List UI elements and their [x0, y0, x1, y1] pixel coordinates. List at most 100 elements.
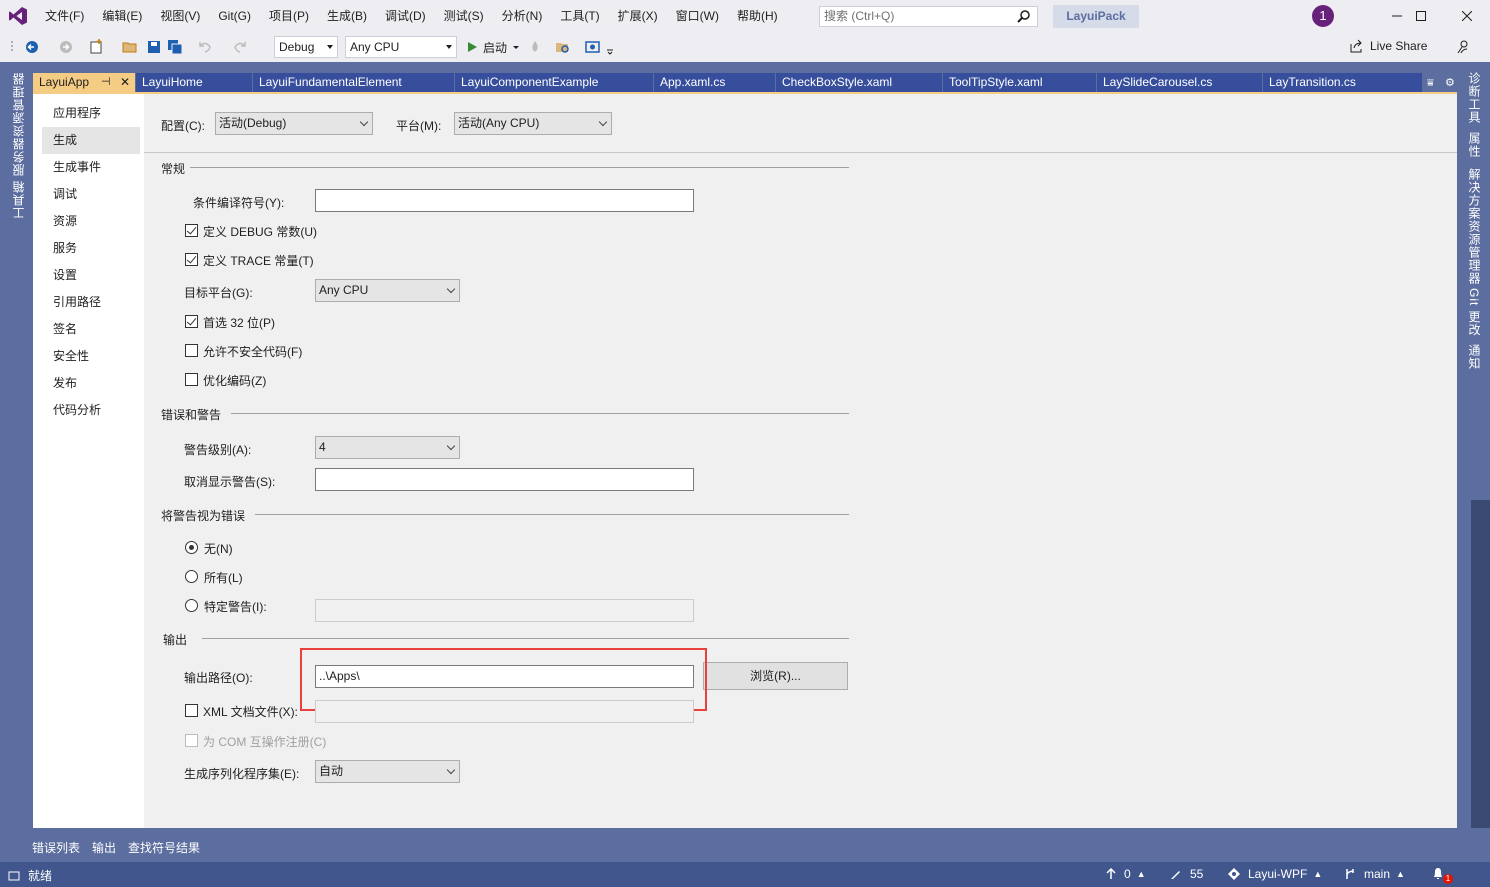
open-file-icon[interactable] [122, 39, 138, 55]
navigate-forward-icon[interactable] [58, 39, 74, 55]
tab-layuiapp[interactable]: LayuiApp ⊣ ✕ [33, 73, 136, 92]
solution-name[interactable]: LayuiPack [1053, 5, 1139, 28]
live-share-button[interactable]: Live Share [1349, 39, 1427, 53]
prefer-32bit-checkbox[interactable] [185, 315, 198, 328]
nav-build[interactable]: 生成 [42, 127, 140, 154]
xml-doc-checkbox[interactable] [185, 704, 198, 717]
tab-output[interactable]: 输出 [92, 836, 116, 859]
tab-list-dropdown-icon[interactable]: ⩸ [1427, 77, 1434, 90]
conditional-symbols-input[interactable] [315, 189, 694, 212]
tab-error-list[interactable]: 错误列表 [32, 836, 80, 859]
menu-git[interactable]: Git(G) [209, 0, 260, 32]
nav-publish[interactable]: 发布 [42, 370, 140, 397]
treat-warnings-section-title: 将警告视为错误 [161, 509, 246, 523]
tab-layuihome[interactable]: LayuiHome [136, 73, 253, 92]
menu-help[interactable]: 帮助(H) [728, 0, 787, 32]
com-register-checkbox[interactable] [185, 734, 198, 747]
visual-studio-logo-icon[interactable] [0, 0, 36, 32]
tab-layslidecarousel-cs[interactable]: LaySlideCarousel.cs [1097, 73, 1263, 92]
status-repository[interactable]: Layui-WPF ▲ [1228, 867, 1322, 881]
nav-signing[interactable]: 签名 [42, 316, 140, 343]
rail-properties[interactable]: 属性 [1466, 132, 1483, 158]
tab-layuifundamentalelement[interactable]: LayuiFundamentalElement [253, 73, 455, 92]
nav-security[interactable]: 安全性 [42, 343, 140, 370]
target-platform-dropdown[interactable]: Any CPU [315, 279, 460, 302]
menu-debug[interactable]: 调试(D) [376, 0, 435, 32]
rail-diagnostic-tools[interactable]: 诊断工具 [1466, 72, 1483, 124]
specific-warnings-input[interactable] [315, 599, 694, 622]
menu-window[interactable]: 窗口(W) [667, 0, 728, 32]
status-unpushed-commits[interactable]: 0 ▲ [1106, 867, 1146, 881]
platform-dropdown[interactable]: 活动(Any CPU) [454, 112, 612, 135]
nav-services[interactable]: 服务 [42, 235, 140, 262]
menu-project[interactable]: 项目(P) [260, 0, 318, 32]
menu-extensions[interactable]: 扩展(X) [609, 0, 667, 32]
config-dropdown[interactable]: 活动(Debug) [215, 112, 373, 135]
tab-label: CheckBoxStyle.xaml [782, 75, 893, 89]
save-all-icon[interactable] [167, 39, 183, 55]
tab-laytransition-cs[interactable]: LayTransition.cs [1263, 73, 1423, 92]
tab-settings-gear-icon[interactable]: ⚙ [1445, 76, 1455, 89]
navigate-back-icon[interactable] [24, 39, 40, 55]
warning-level-dropdown[interactable]: 4 [315, 436, 460, 459]
start-debugging-button[interactable]: 启动 [466, 38, 520, 56]
define-trace-checkbox[interactable] [185, 253, 198, 266]
menu-view[interactable]: 视图(V) [151, 0, 209, 32]
define-debug-checkbox[interactable] [185, 224, 198, 237]
hot-reload-icon[interactable] [527, 39, 543, 55]
treat-none-radio[interactable] [185, 541, 198, 554]
toolbar-options-icon[interactable] [606, 39, 614, 55]
rail-toolbox[interactable]: 工具箱 [10, 180, 27, 219]
screenshot-tool-icon[interactable] [585, 39, 601, 55]
undo-icon[interactable] [197, 39, 213, 55]
treat-specific-radio[interactable] [185, 599, 198, 612]
menu-file[interactable]: 文件(F) [36, 0, 93, 32]
suppress-warnings-input[interactable] [315, 468, 694, 491]
maximize-button[interactable] [1398, 0, 1444, 32]
solution-config-dropdown[interactable]: Debug [274, 36, 338, 58]
new-project-icon[interactable] [88, 39, 104, 55]
allow-unsafe-checkbox[interactable] [185, 344, 198, 357]
rail-notifications[interactable]: 通知 [1466, 344, 1483, 370]
tab-layuicomponentexample[interactable]: LayuiComponentExample [455, 73, 654, 92]
status-branch[interactable]: main ▲ [1344, 867, 1405, 881]
menu-test[interactable]: 测试(S) [435, 0, 493, 32]
close-icon[interactable]: ✕ [120, 73, 130, 92]
search-input[interactable]: 搜索 (Ctrl+Q) [819, 6, 1038, 27]
nav-application[interactable]: 应用程序 [42, 100, 140, 127]
serialization-dropdown[interactable]: 自动 [315, 760, 460, 783]
menu-analyze[interactable]: 分析(N) [493, 0, 552, 32]
solution-platform-dropdown[interactable]: Any CPU [345, 36, 457, 58]
nav-code-analysis[interactable]: 代码分析 [42, 397, 140, 424]
menu-edit[interactable]: 编辑(E) [93, 0, 151, 32]
menu-build[interactable]: 生成(B) [318, 0, 376, 32]
nav-reference-paths[interactable]: 引用路径 [42, 289, 140, 316]
optimize-code-checkbox[interactable] [185, 373, 198, 386]
close-window-button[interactable] [1444, 0, 1490, 32]
serialization-value: 自动 [319, 764, 344, 778]
toolbar-grip-icon [10, 39, 14, 55]
nav-settings[interactable]: 设置 [42, 262, 140, 289]
account-notification-badge[interactable]: 1 [1312, 5, 1334, 27]
find-in-files-icon[interactable] [555, 39, 571, 55]
nav-resources[interactable]: 资源 [42, 208, 140, 235]
menu-tools[interactable]: 工具(T) [551, 0, 608, 32]
feedback-icon[interactable] [1455, 39, 1471, 55]
tab-checkboxstyle-xaml[interactable]: CheckBoxStyle.xaml [776, 73, 943, 92]
redo-icon[interactable] [232, 39, 248, 55]
tab-tooltipstyle-xaml[interactable]: ToolTipStyle.xaml [943, 73, 1097, 92]
tab-find-symbol-results[interactable]: 查找符号结果 [128, 836, 200, 859]
rail-server-explorer[interactable]: 服务器资源管理器 [10, 72, 27, 176]
save-icon[interactable] [146, 39, 162, 55]
rail-git-changes[interactable]: Git 更改 [1466, 288, 1483, 337]
tab-label: App.xaml.cs [660, 75, 726, 89]
rail-solution-explorer[interactable]: 解决方案资源管理器 [1466, 168, 1483, 285]
nav-build-events[interactable]: 生成事件 [42, 154, 140, 181]
browse-button[interactable]: 浏览(R)... [703, 662, 848, 690]
pin-icon[interactable]: ⊣ [101, 73, 111, 92]
tab-app-xaml-cs[interactable]: App.xaml.cs [654, 73, 776, 92]
xml-doc-path-input[interactable] [315, 700, 694, 723]
nav-debug[interactable]: 调试 [42, 181, 140, 208]
status-pending-changes[interactable]: 55 [1170, 867, 1203, 881]
treat-all-radio[interactable] [185, 570, 198, 583]
